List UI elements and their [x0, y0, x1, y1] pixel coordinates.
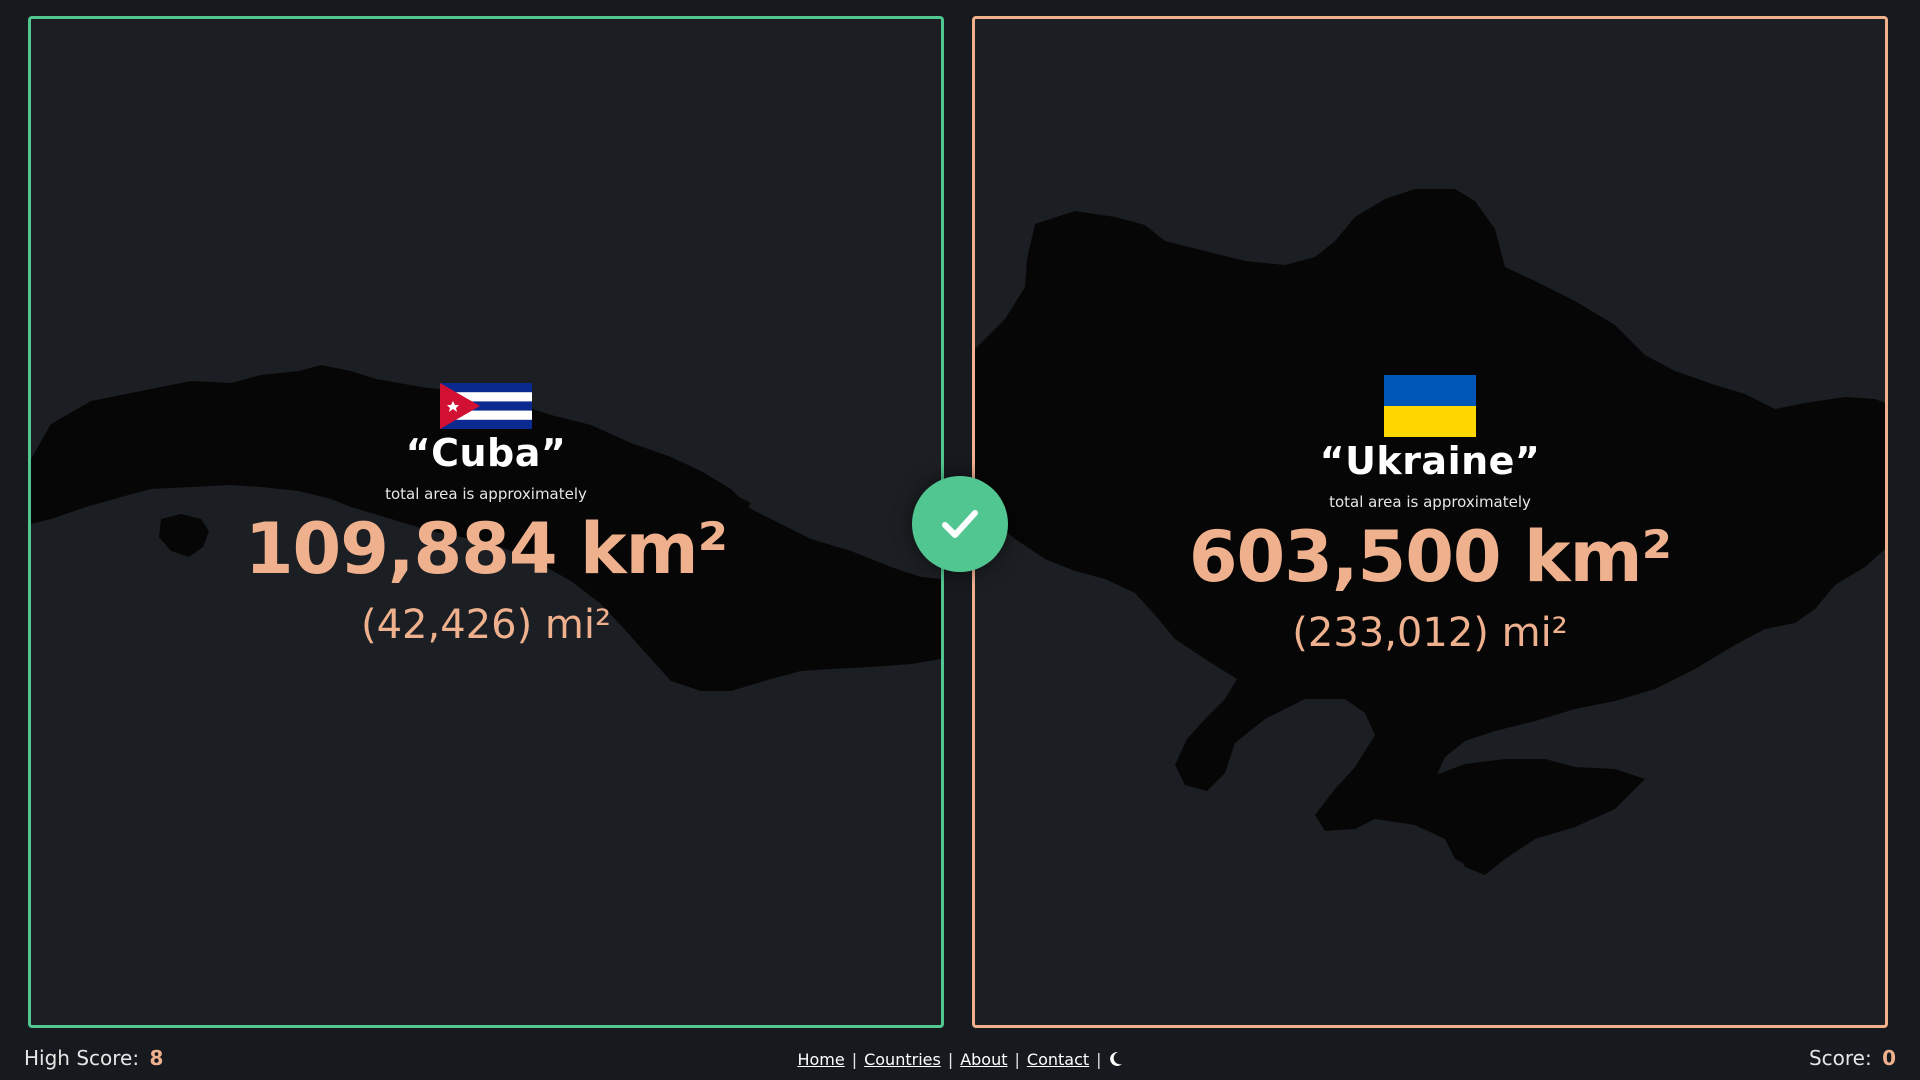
flag-cuba-icon — [440, 383, 532, 429]
correct-result-badge — [912, 476, 1008, 572]
area-caption: total area is approximately — [1329, 493, 1531, 511]
nav-separator: | — [947, 1050, 954, 1069]
nav-contact-link[interactable]: Contact — [1027, 1050, 1089, 1069]
score-value: 0 — [1882, 1046, 1896, 1070]
right-country-info: “Ukraine” total area is approximately 60… — [975, 375, 1885, 656]
moon-icon[interactable] — [1109, 1051, 1123, 1071]
score: Score: 0 — [1809, 1046, 1896, 1072]
nav-separator: | — [1014, 1050, 1020, 1069]
nav-separator: | — [1096, 1050, 1102, 1069]
nav-countries-link[interactable]: Countries — [864, 1050, 941, 1069]
area-mi: (233,012) mi² — [1292, 610, 1568, 656]
area-mi: (42,426) mi² — [361, 602, 611, 648]
right-country-card[interactable]: “Ukraine” total area is approximately 60… — [972, 16, 1888, 1028]
check-icon — [942, 510, 978, 538]
nav-home-link[interactable]: Home — [797, 1050, 844, 1069]
left-country-card[interactable]: “Cuba” total area is approximately 109,8… — [28, 16, 944, 1028]
area-caption: total area is approximately — [385, 485, 587, 503]
footer-nav: Home | Countries | About | Contact | — [0, 1050, 1920, 1076]
flag-ukraine-icon — [1384, 375, 1476, 437]
area-km: 603,500 km² — [1188, 516, 1672, 598]
nav-about-link[interactable]: About — [960, 1050, 1007, 1069]
score-label: Score: — [1808, 1046, 1872, 1070]
area-km: 109,884 km² — [244, 508, 728, 590]
left-country-info: “Cuba” total area is approximately 109,8… — [31, 383, 941, 648]
country-name: “Cuba” — [405, 431, 567, 475]
country-name: “Ukraine” — [1319, 439, 1541, 483]
nav-separator: | — [851, 1050, 858, 1069]
